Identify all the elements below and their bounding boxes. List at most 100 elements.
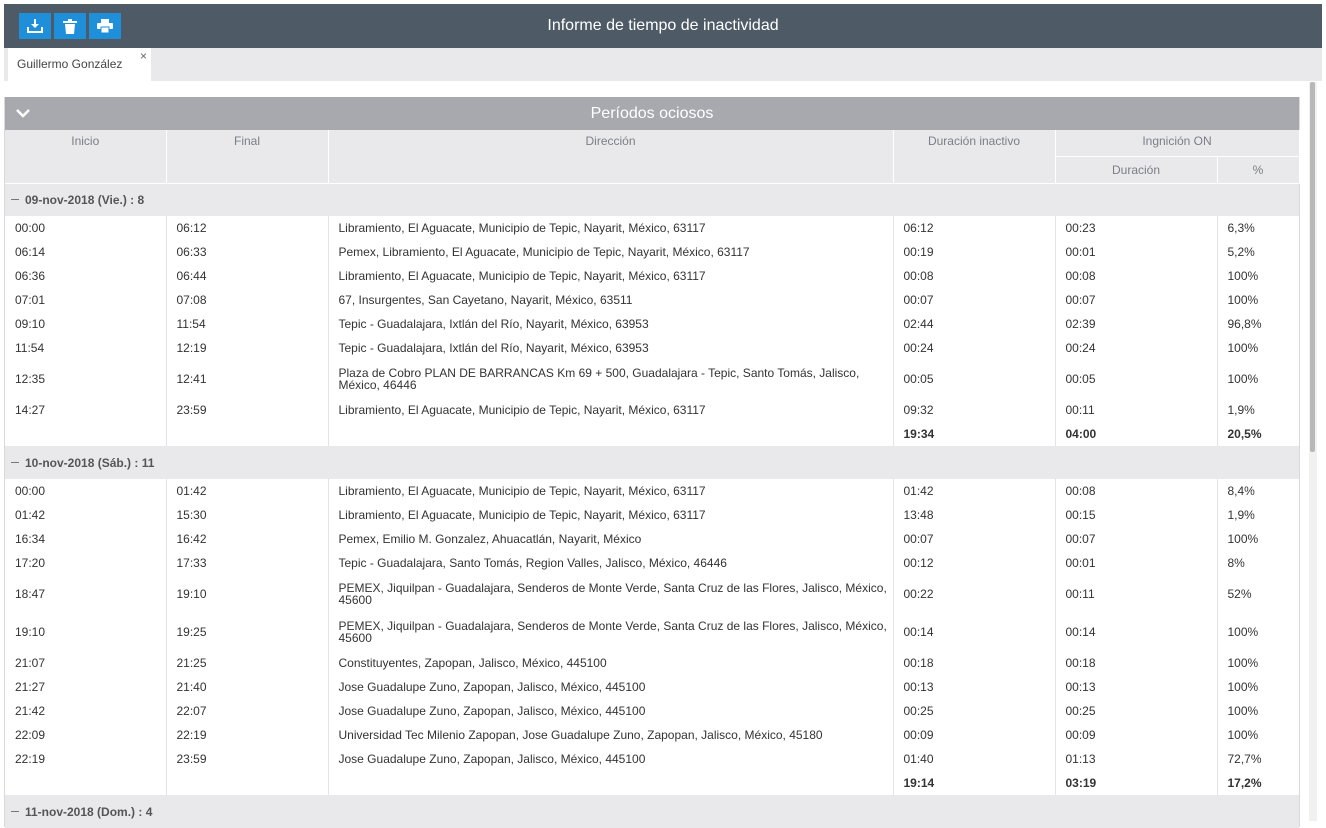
ignition-duration-cell: 00:01 bbox=[1055, 240, 1218, 264]
address-cell: Tepic - Guadalajara, Ixtlán del Río, Nay… bbox=[328, 336, 894, 360]
start-cell: 06:14 bbox=[5, 240, 167, 264]
collapse-icon[interactable] bbox=[11, 461, 19, 463]
start-cell: 00:00 bbox=[5, 216, 167, 240]
table-row[interactable]: 16:34 16:42 Pemex, Emilio M. Gonzalez, Ahu… bbox=[5, 527, 1299, 551]
address-cell: Tepic - Guadalajara, Ixtlán del Río, Nay… bbox=[328, 312, 894, 336]
table-row[interactable]: 00:00 01:42 Libramiento, El Aguacate, Muni… bbox=[5, 479, 1299, 503]
ignition-duration-cell: 00:18 bbox=[1055, 651, 1218, 675]
ignition-pct-cell: 5,2% bbox=[1227, 245, 1255, 259]
column-header-final[interactable]: Final bbox=[166, 130, 329, 184]
ignition-duration-cell: 00:13 bbox=[1055, 675, 1218, 699]
ignition-pct-cell: 1,9% bbox=[1227, 508, 1255, 522]
total-row: 19:14 03:19 17,2% bbox=[5, 771, 1299, 795]
table-row[interactable]: 11:54 12:19 Tepic - Guadalajara, Ixtlán de… bbox=[5, 336, 1299, 360]
table-row[interactable]: 22:19 23:59 Jose Guadalupe Zuno, Zapopan, … bbox=[5, 747, 1299, 771]
ignition-duration-cell: 00:05 bbox=[1055, 360, 1218, 398]
end-cell: 19:10 bbox=[166, 575, 329, 613]
group-row[interactable]: 09-nov-2018 (Vie.) : 8 bbox=[5, 183, 1299, 216]
address-cell: Libramiento, El Aguacate, Municipio de T… bbox=[328, 398, 894, 422]
ignition-duration-cell: 00:23 bbox=[1055, 216, 1218, 240]
table-row[interactable]: 18:47 19:10 PEMEX, Jiquilpan - Guadalajara… bbox=[5, 575, 1299, 613]
ignition-pct-cell: 8,4% bbox=[1227, 484, 1255, 498]
print-button[interactable] bbox=[89, 13, 121, 39]
ignition-duration-cell: 02:39 bbox=[1055, 312, 1218, 336]
table-row[interactable]: 17:20 17:33 Tepic - Guadalajara, Santo Tom… bbox=[5, 551, 1299, 575]
end-cell: 15:30 bbox=[166, 503, 329, 527]
table-row[interactable]: 12:35 12:41 Plaza de Cobro PLAN DE BARRANC… bbox=[5, 360, 1299, 398]
ignition-duration-cell: 00:11 bbox=[1055, 398, 1218, 422]
scrollbar-thumb[interactable] bbox=[1310, 82, 1315, 452]
column-header-inicio[interactable]: Inicio bbox=[5, 130, 167, 184]
idle-duration-cell: 00:07 bbox=[893, 288, 1056, 312]
end-cell: 16:42 bbox=[166, 527, 329, 551]
table-row[interactable]: 07:01 07:08 67, Insurgentes, San Cayetano,… bbox=[5, 288, 1299, 312]
chevron-down-icon[interactable] bbox=[15, 106, 31, 120]
table-row[interactable]: 21:42 22:07 Jose Guadalupe Zuno, Zapopan, … bbox=[5, 699, 1299, 723]
ignition-pct-cell: 100% bbox=[1227, 680, 1259, 694]
close-icon[interactable]: × bbox=[140, 49, 147, 63]
delete-button[interactable] bbox=[54, 13, 86, 39]
download-button[interactable] bbox=[19, 13, 51, 39]
ignition-duration-cell: 01:13 bbox=[1055, 747, 1218, 771]
idle-duration-cell: 00:24 bbox=[893, 336, 1056, 360]
trash-icon bbox=[63, 18, 77, 34]
address-cell: Jose Guadalupe Zuno, Zapopan, Jalisco, M… bbox=[328, 747, 894, 771]
table-row[interactable]: 06:36 06:44 Libramiento, El Aguacate, Muni… bbox=[5, 264, 1299, 288]
ignition-pct-cell: 72,7% bbox=[1227, 752, 1262, 766]
ignition-pct-cell: 100% bbox=[1227, 728, 1259, 742]
start-cell: 06:36 bbox=[5, 264, 167, 288]
end-cell: 17:33 bbox=[166, 551, 329, 575]
empty-cell bbox=[328, 771, 894, 795]
address-cell: Tepic - Guadalajara, Santo Tomás, Region… bbox=[328, 551, 894, 575]
ignition-pct-cell: 8% bbox=[1227, 556, 1245, 570]
idle-duration-cell: 00:14 bbox=[893, 613, 1056, 651]
ignition-duration-cell: 00:14 bbox=[1055, 613, 1218, 651]
start-cell: 00:00 bbox=[5, 479, 167, 503]
window-title: Informe de tiempo de inactividad bbox=[547, 17, 779, 34]
collapse-icon[interactable] bbox=[11, 810, 19, 812]
total-idle-duration: 19:14 bbox=[893, 771, 1056, 795]
start-cell: 22:09 bbox=[5, 723, 167, 747]
idle-periods-panel: Períodos ociosos Inicio Final Dirección … bbox=[4, 97, 1300, 828]
vertical-scrollbar[interactable] bbox=[1309, 82, 1317, 821]
group-row[interactable]: 11-nov-2018 (Dom.) : 4 bbox=[5, 795, 1299, 828]
column-header-duracion[interactable]: Duración bbox=[1055, 156, 1218, 184]
ignition-duration-cell: 00:24 bbox=[1055, 336, 1218, 360]
column-header-duracion-inactivo[interactable]: Duración inactivo bbox=[893, 130, 1056, 184]
total-ignition-pct: 20,5% bbox=[1227, 427, 1262, 441]
start-cell: 17:20 bbox=[5, 551, 167, 575]
table-row[interactable]: 19:10 19:25 PEMEX, Jiquilpan - Guadalajara… bbox=[5, 613, 1299, 651]
idle-duration-cell: 13:48 bbox=[893, 503, 1056, 527]
address-cell: PEMEX, Jiquilpan - Guadalajara, Senderos… bbox=[328, 613, 894, 651]
table-row[interactable]: 21:27 21:40 Jose Guadalupe Zuno, Zapopan, … bbox=[5, 675, 1299, 699]
column-header-direccion[interactable]: Dirección bbox=[328, 130, 894, 184]
table-row[interactable]: 00:00 06:12 Libramiento, El Aguacate, Muni… bbox=[5, 216, 1299, 240]
group-label: 10-nov-2018 (Sáb.) : 11 bbox=[25, 455, 155, 470]
collapse-icon[interactable] bbox=[11, 199, 19, 201]
table-row[interactable]: 06:14 06:33 Pemex, Libramiento, El Aguacat… bbox=[5, 240, 1299, 264]
ignition-pct-cell: 100% bbox=[1227, 704, 1259, 718]
empty-cell bbox=[166, 771, 329, 795]
table-row[interactable]: 01:42 15:30 Libramiento, El Aguacate, Muni… bbox=[5, 503, 1299, 527]
table-row[interactable]: 22:09 22:19 Universidad Tec Milenio Zapopa… bbox=[5, 723, 1299, 747]
address-cell: Pemex, Libramiento, El Aguacate, Municip… bbox=[328, 240, 894, 264]
idle-duration-cell: 00:12 bbox=[893, 551, 1056, 575]
group-row[interactable]: 10-nov-2018 (Sáb.) : 11 bbox=[5, 446, 1299, 479]
address-cell: Libramiento, El Aguacate, Municipio de T… bbox=[328, 479, 894, 503]
address-cell: Jose Guadalupe Zuno, Zapopan, Jalisco, M… bbox=[328, 675, 894, 699]
ignition-duration-cell: 00:07 bbox=[1055, 288, 1218, 312]
empty-cell bbox=[328, 422, 894, 446]
ignition-duration-cell: 00:08 bbox=[1055, 479, 1218, 503]
total-ignition-duration: 04:00 bbox=[1055, 422, 1218, 446]
ignition-pct-cell: 100% bbox=[1227, 372, 1259, 386]
table-row[interactable]: 14:27 23:59 Libramiento, El Aguacate, Muni… bbox=[5, 398, 1299, 422]
column-header-pct[interactable]: % bbox=[1217, 156, 1300, 184]
address-cell: PEMEX, Jiquilpan - Guadalajara, Senderos… bbox=[328, 575, 894, 613]
table-row[interactable]: 09:10 11:54 Tepic - Guadalajara, Ixtlán de… bbox=[5, 312, 1299, 336]
table-row[interactable]: 21:07 21:25 Constituyentes, Zapopan, Jalis… bbox=[5, 651, 1299, 675]
empty-cell bbox=[5, 422, 167, 446]
start-cell: 21:07 bbox=[5, 651, 167, 675]
tab-guillermo-gonzalez[interactable]: Guillermo González × bbox=[8, 48, 151, 81]
panel-header[interactable]: Períodos ociosos bbox=[5, 97, 1299, 130]
ignition-pct-cell: 100% bbox=[1227, 293, 1259, 307]
